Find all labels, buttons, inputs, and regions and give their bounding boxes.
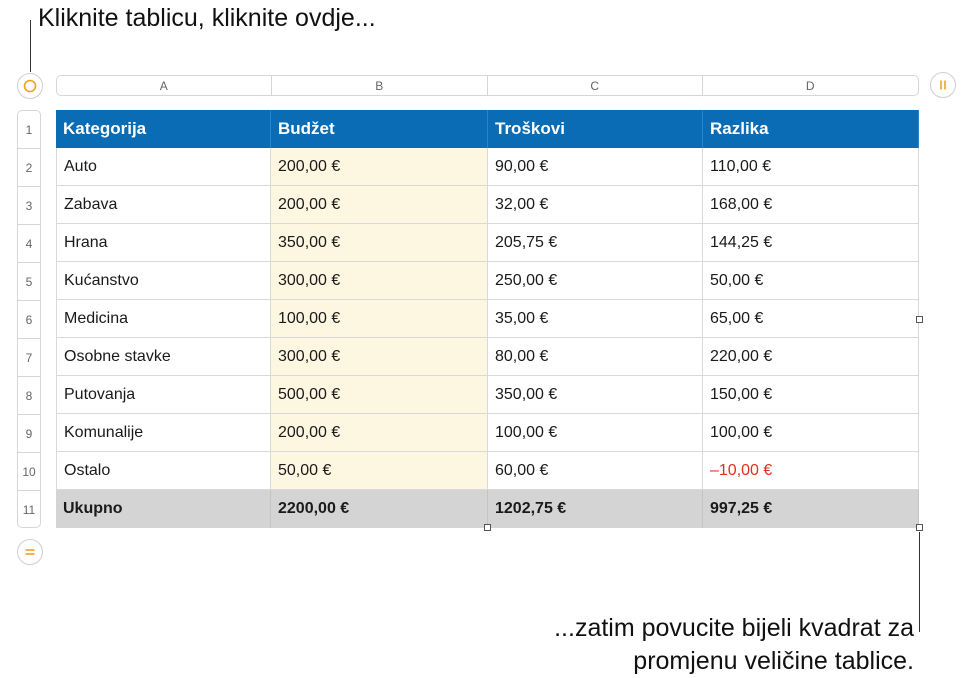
resize-handle-bottom[interactable] xyxy=(484,524,491,531)
header-cell-kategorija[interactable]: Kategorija xyxy=(56,110,271,148)
expense-cell[interactable]: 205,75 € xyxy=(488,224,703,261)
row-header-5[interactable]: 5 xyxy=(18,263,40,301)
column-header-c[interactable]: C xyxy=(488,76,703,95)
row-header-3[interactable]: 3 xyxy=(18,187,40,225)
difference-cell[interactable]: 144,25 € xyxy=(703,224,919,261)
table-row: Komunalije 200,00 € 100,00 € 100,00 € xyxy=(57,414,919,452)
expense-cell[interactable]: 80,00 € xyxy=(488,338,703,375)
difference-cell[interactable]: 168,00 € xyxy=(703,186,919,223)
expense-cell[interactable]: 35,00 € xyxy=(488,300,703,337)
difference-cell[interactable]: 150,00 € xyxy=(703,376,919,413)
budget-cell[interactable]: 350,00 € xyxy=(271,224,488,261)
budget-cell[interactable]: 500,00 € xyxy=(271,376,488,413)
expense-cell[interactable]: 60,00 € xyxy=(488,452,703,489)
table-row: Medicina 100,00 € 35,00 € 65,00 € xyxy=(57,300,919,338)
callout-bottom-text: ...zatim povucite bijeli kvadrat za prom… xyxy=(554,612,914,678)
budget-table[interactable]: Kategorija Budžet Troškovi Razlika Auto … xyxy=(56,110,919,528)
total-budget-cell[interactable]: 2200,00 € xyxy=(271,490,488,528)
expense-cell[interactable]: 100,00 € xyxy=(488,414,703,451)
budget-cell[interactable]: 50,00 € xyxy=(271,452,488,489)
row-header-11[interactable]: 11 xyxy=(18,491,40,529)
circle-select-icon xyxy=(23,79,37,93)
column-header-d[interactable]: D xyxy=(703,76,919,95)
row-header-6[interactable]: 6 xyxy=(18,301,40,339)
budget-cell[interactable]: 200,00 € xyxy=(271,148,488,185)
difference-cell[interactable]: 110,00 € xyxy=(703,148,919,185)
select-table-button[interactable] xyxy=(17,73,43,99)
budget-cell[interactable]: 200,00 € xyxy=(271,414,488,451)
expense-cell[interactable]: 90,00 € xyxy=(488,148,703,185)
resize-handle-right[interactable] xyxy=(916,316,923,323)
row-header-7[interactable]: 7 xyxy=(18,339,40,377)
table-row: Putovanja 500,00 € 350,00 € 150,00 € xyxy=(57,376,919,414)
column-pause-icon xyxy=(940,80,946,90)
table-row: Hrana 350,00 € 205,75 € 144,25 € xyxy=(57,224,919,262)
category-cell[interactable]: Medicina xyxy=(57,300,271,337)
difference-cell[interactable]: 65,00 € xyxy=(703,300,919,337)
budget-cell[interactable]: 300,00 € xyxy=(271,338,488,375)
budget-cell[interactable]: 200,00 € xyxy=(271,186,488,223)
header-cell-budzet[interactable]: Budžet xyxy=(271,110,488,148)
table-body: Auto 200,00 € 90,00 € 110,00 € Zabava 20… xyxy=(56,148,919,490)
callout-bottom-leader xyxy=(919,532,920,632)
expense-cell[interactable]: 350,00 € xyxy=(488,376,703,413)
row-header-bar: 1 2 3 4 5 6 7 8 9 10 11 xyxy=(17,110,41,528)
category-cell[interactable]: Kućanstvo xyxy=(57,262,271,299)
callout-top-leader xyxy=(30,20,31,72)
table-row: Zabava 200,00 € 32,00 € 168,00 € xyxy=(57,186,919,224)
expense-cell[interactable]: 250,00 € xyxy=(488,262,703,299)
category-cell[interactable]: Putovanja xyxy=(57,376,271,413)
difference-cell[interactable]: 220,00 € xyxy=(703,338,919,375)
total-label-cell[interactable]: Ukupno xyxy=(56,490,271,528)
table-row: Osobne stavke 300,00 € 80,00 € 220,00 € xyxy=(57,338,919,376)
row-header-10[interactable]: 10 xyxy=(18,453,40,491)
expense-cell[interactable]: 32,00 € xyxy=(488,186,703,223)
table-total-row: Ukupno 2200,00 € 1202,75 € 997,25 € xyxy=(56,490,919,528)
difference-cell[interactable]: 50,00 € xyxy=(703,262,919,299)
difference-cell[interactable]: 100,00 € xyxy=(703,414,919,451)
table-row: Auto 200,00 € 90,00 € 110,00 € xyxy=(57,148,919,186)
total-difference-cell[interactable]: 997,25 € xyxy=(703,490,919,528)
callout-top-text: Kliknite tablicu, kliknite ovdje... xyxy=(38,4,376,32)
category-cell[interactable]: Hrana xyxy=(57,224,271,261)
equals-rows-icon xyxy=(25,549,35,555)
header-cell-troskovi[interactable]: Troškovi xyxy=(488,110,703,148)
row-header-9[interactable]: 9 xyxy=(18,415,40,453)
header-cell-razlika[interactable]: Razlika xyxy=(703,110,919,148)
column-header-bar: A B C D xyxy=(56,75,919,96)
row-header-1[interactable]: 1 xyxy=(18,111,40,149)
table-header-row: Kategorija Budžet Troškovi Razlika xyxy=(56,110,919,148)
callout-bottom-line2: promjenu veličine tablice. xyxy=(633,647,914,675)
resize-handle-corner[interactable] xyxy=(916,524,923,531)
add-column-button[interactable] xyxy=(930,72,956,98)
category-cell[interactable]: Zabava xyxy=(57,186,271,223)
callout-bottom-line1: ...zatim povucite bijeli kvadrat za xyxy=(554,614,914,642)
category-cell[interactable]: Auto xyxy=(57,148,271,185)
column-header-a[interactable]: A xyxy=(57,76,272,95)
budget-cell[interactable]: 300,00 € xyxy=(271,262,488,299)
table-row: Kućanstvo 300,00 € 250,00 € 50,00 € xyxy=(57,262,919,300)
column-header-b[interactable]: B xyxy=(272,76,488,95)
table-row: Ostalo 50,00 € 60,00 € –10,00 € xyxy=(57,452,919,490)
budget-cell[interactable]: 100,00 € xyxy=(271,300,488,337)
category-cell[interactable]: Osobne stavke xyxy=(57,338,271,375)
category-cell[interactable]: Ostalo xyxy=(57,452,271,489)
category-cell[interactable]: Komunalije xyxy=(57,414,271,451)
add-row-button[interactable] xyxy=(17,539,43,565)
row-header-4[interactable]: 4 xyxy=(18,225,40,263)
row-header-2[interactable]: 2 xyxy=(18,149,40,187)
difference-cell-negative[interactable]: –10,00 € xyxy=(703,452,919,489)
row-header-8[interactable]: 8 xyxy=(18,377,40,415)
total-expense-cell[interactable]: 1202,75 € xyxy=(488,490,703,528)
